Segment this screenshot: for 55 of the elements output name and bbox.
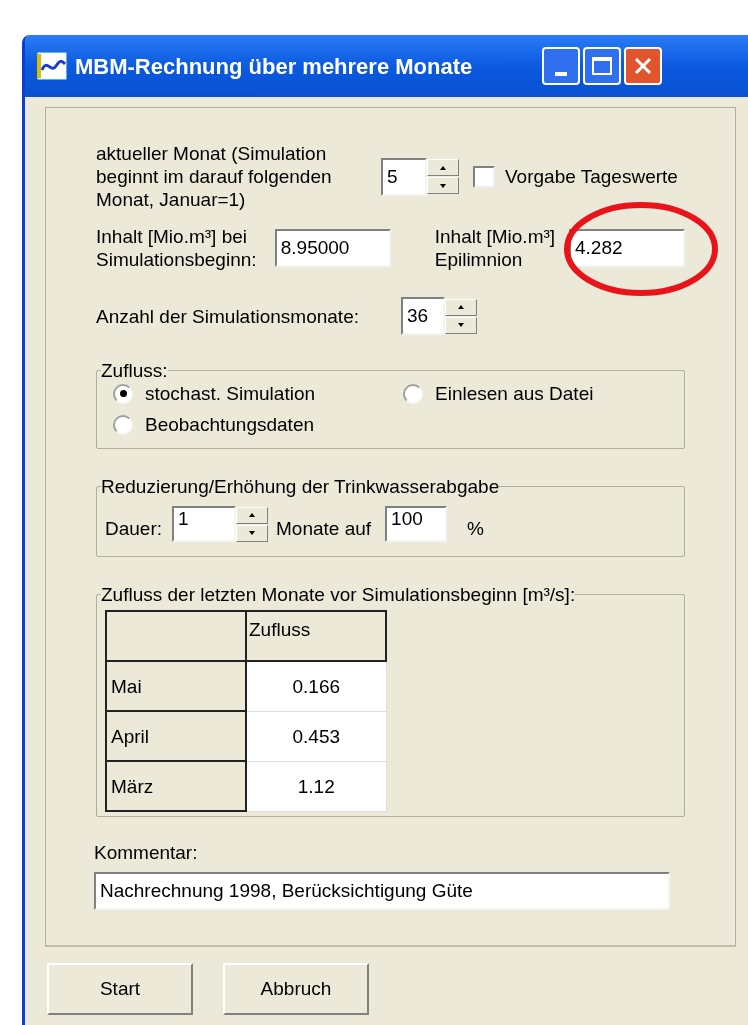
- current-month-label: aktueller Monat (Simulation beginnt im darauf folgenden Monat, Januar=1): [96, 142, 333, 211]
- maximize-icon: [592, 57, 613, 75]
- spin-up-button[interactable]: [445, 298, 477, 316]
- spin-down-button[interactable]: [427, 177, 459, 194]
- radio-label: Beobachtungsdaten: [145, 413, 315, 436]
- radio-label: Einlesen aus Datei: [435, 382, 594, 405]
- down-arrow-icon: [440, 183, 446, 188]
- simulation-months-label: Anzahl der Simulationsmonate:: [96, 304, 360, 328]
- start-button[interactable]: Start: [47, 963, 193, 1015]
- spin-down-button[interactable]: [445, 316, 477, 334]
- percent-unit: %: [467, 516, 484, 540]
- comment-field[interactable]: Nachrechnung 1998, Berücksichtigung Güte: [94, 872, 670, 910]
- close-button[interactable]: [624, 47, 663, 85]
- group-title: Zufluss der letzten Monate vor Simulationsbeginn [m³/s]:: [101, 583, 576, 606]
- column-header: Zufluss: [246, 611, 386, 661]
- down-arrow-icon: [249, 531, 256, 535]
- row-header: März: [106, 761, 246, 811]
- row-header: Mai: [106, 661, 246, 711]
- minimize-button[interactable]: [542, 47, 581, 85]
- window-title: MBM-Rechnung über mehrere Monate: [75, 52, 473, 81]
- content-start-field[interactable]: 8.95000: [274, 229, 391, 267]
- down-arrow-icon: [458, 323, 464, 327]
- table-cell: 1.12: [246, 761, 386, 811]
- current-month-field[interactable]: 5: [381, 157, 427, 196]
- percent-field[interactable]: 100: [385, 506, 448, 542]
- table-cell: 0.453: [246, 711, 386, 761]
- cancel-button[interactable]: Abbruch: [223, 963, 369, 1015]
- checkbox[interactable]: [473, 165, 495, 188]
- maximize-button[interactable]: [583, 47, 622, 85]
- up-arrow-icon: [458, 305, 464, 309]
- group-title: Reduzierung/Erhöhung der Trinkwasserabgabe: [101, 475, 500, 498]
- content-start-label: Inhalt [Mio.m³] bei Simulationsbeginn:: [96, 225, 258, 271]
- content-epilimnion-label: Inhalt [Mio.m³] Epilimnion: [434, 225, 557, 271]
- close-icon: [633, 56, 654, 76]
- up-arrow-icon: [249, 513, 256, 517]
- duration-label: Dauer:: [105, 516, 163, 540]
- row-header: April: [106, 711, 246, 761]
- content-epilimnion-field[interactable]: 4.282: [569, 229, 685, 267]
- spin-down-button[interactable]: [236, 524, 269, 542]
- comment-label: Kommentar:: [94, 841, 199, 864]
- group-title: Zufluss:: [101, 359, 168, 382]
- up-arrow-icon: [440, 165, 446, 170]
- spin-up-button[interactable]: [236, 506, 269, 524]
- chart-app-icon: [37, 52, 67, 80]
- radio-label: stochast. Simulation: [145, 382, 316, 405]
- radio-button[interactable]: [113, 383, 133, 404]
- minimize-icon: [555, 72, 568, 76]
- spin-up-button[interactable]: [427, 159, 459, 176]
- table-cell: 0.166: [246, 661, 386, 711]
- simulation-months-field[interactable]: 36: [401, 297, 445, 335]
- duration-field[interactable]: 1: [172, 506, 237, 542]
- checkbox-label: Vorgabe Tageswerte: [505, 165, 678, 188]
- radio-button[interactable]: [113, 414, 133, 435]
- radio-button[interactable]: [403, 383, 423, 404]
- months-label: Monate auf: [276, 516, 372, 540]
